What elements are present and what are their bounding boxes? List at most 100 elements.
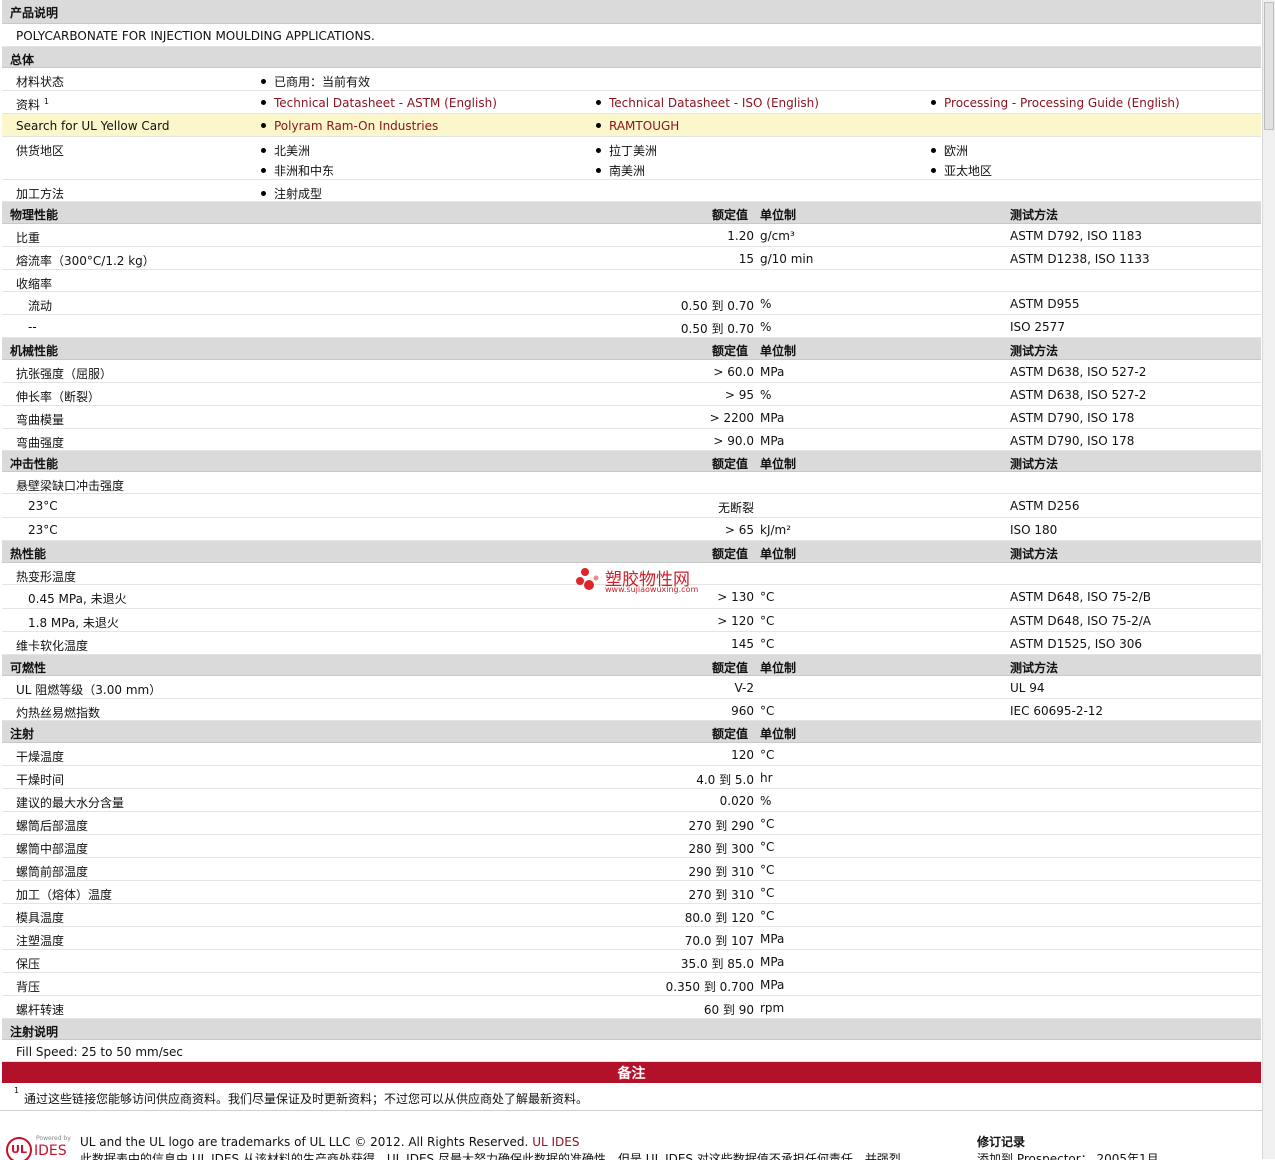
status-value: 已商用：当前有效 [261,73,370,90]
region-item: 非洲和中东 [261,162,334,179]
property-label: 悬壁梁缺口冲击强度 [16,479,125,493]
doc-link-astm[interactable]: Technical Datasheet - ASTM (English) [261,96,497,110]
property-label: 熔流率（300°C/1.2 kg） [16,254,155,268]
property-label: 干燥温度 [16,750,65,764]
col-header-nominal: 额定值 [712,727,749,741]
property-test-method: UL 94 [1010,681,1045,695]
product-desc-title: 产品说明 [10,6,59,20]
property-test-method: ASTM D648, ISO 75-2/B [1010,590,1152,604]
property-row: 背压 0.350 到 0.700 MPa [2,973,1261,996]
property-unit: MPa [760,411,785,425]
property-label: 螺筒中部温度 [16,842,89,856]
property-row: 维卡软化温度 145 °C ASTM D1525, ISO 306 [2,632,1261,655]
injection-notes-row: Fill Speed: 25 to 50 mm/sec [2,1040,1261,1062]
watermark-url: www.sujiaowuxing.com [605,585,699,594]
property-row: 灼热丝易燃指数 960 °C IEC 60695-2-12 [2,699,1261,721]
property-label: 23°C [28,523,58,537]
property-label: 模具温度 [16,911,65,925]
property-unit: % [760,794,772,808]
ul-yellow-card-row: Search for UL Yellow Card Polyram Ram-On… [2,114,1261,137]
property-unit: MPa [760,434,785,448]
powered-by: Powered by [36,1135,71,1142]
property-value: 290 到 310 [688,865,754,879]
property-test-method: ASTM D790, ISO 178 [1010,411,1135,425]
property-unit: % [760,388,772,402]
property-value: V-2 [734,681,754,695]
method-value: 注射成型 [261,185,322,202]
property-value: 0.020 [719,794,754,808]
property-row: 悬壁梁缺口冲击强度 [2,472,1261,494]
property-value: 35.0 到 85.0 [680,957,754,971]
property-unit: hr [760,771,773,785]
vertical-scrollbar[interactable] [1262,0,1275,1159]
col-header-nominal: 额定值 [712,344,749,358]
property-unit: °C [760,637,775,651]
property-value: > 130 [717,590,754,604]
col-header-nominal: 额定值 [712,547,749,561]
bullet-icon [261,191,266,196]
property-label: 注塑温度 [16,934,65,948]
property-unit: °C [760,863,775,877]
notes-row: 1 通过这些链接您能够访问供应商资料。我们尽量保证及时更新资料；不过您可以从供应… [2,1083,1261,1111]
property-test-method: ASTM D792, ISO 1183 [1010,229,1143,243]
property-value: 960 [731,704,754,718]
property-value: 280 到 300 [688,842,754,856]
region-item: 拉丁美洲 [596,142,657,159]
property-label: 0.45 MPa, 未退火 [28,592,127,606]
property-label: 比重 [16,231,41,245]
property-unit: °C [760,817,775,831]
property-label: 螺杆转速 [16,1003,65,1017]
property-value: 15 [738,252,754,266]
ul-ides-link[interactable]: UL IDES [532,1135,579,1149]
property-test-method: ASTM D638, ISO 527-2 [1010,365,1147,379]
property-row: 螺筒前部温度 290 到 310 °C [2,858,1261,881]
section-header: 可燃性 额定值 单位制 测试方法 [2,655,1261,676]
property-value: > 90.0 [713,434,754,448]
section-title: 机械性能 [10,344,59,358]
col-header-test: 测试方法 [1010,661,1059,675]
property-test-method: ASTM D648, ISO 75-2/A [1010,614,1151,628]
property-value: > 120 [717,614,754,628]
bullet-icon [261,79,266,84]
property-row: 保压 35.0 到 85.0 MPa [2,950,1261,973]
method-label: 加工方法 [16,187,65,201]
property-row: 抗张强度（屈服） > 60.0 MPa ASTM D638, ISO 527-2 [2,360,1261,383]
ul-link-ramtough[interactable]: RAMTOUGH [596,119,679,133]
property-unit: kJ/m² [760,523,792,537]
doc-link-iso[interactable]: Technical Datasheet - ISO (English) [596,96,819,110]
property-test-method: IEC 60695-2-12 [1010,704,1104,718]
property-unit: g/cm³ [760,229,795,243]
col-header-unit: 单位制 [760,547,797,561]
property-unit: °C [760,840,775,854]
property-unit: °C [760,590,775,604]
section-title: 注射 [10,727,35,741]
property-value: > 65 [724,523,754,537]
property-unit: MPa [760,955,785,969]
property-value: > 2200 [709,411,754,425]
property-unit: °C [760,909,775,923]
doc-link-processing[interactable]: Processing - Processing Guide (English) [931,96,1180,110]
general-header: 总体 [2,47,1261,68]
property-value: 0.350 到 0.700 [665,980,754,994]
ul-link-polyram[interactable]: Polyram Ram-On Industries [261,119,438,133]
product-desc-row: POLYCARBONATE FOR INJECTION MOULDING APP… [2,24,1261,47]
property-label: 背压 [16,980,41,994]
region-item: 南美洲 [596,162,645,179]
property-value: 0.50 到 0.70 [680,299,754,313]
bullet-icon [596,123,601,128]
property-row: 比重 1.20 g/cm³ ASTM D792, ISO 1183 [2,224,1261,247]
section-header: 物理性能 额定值 单位制 测试方法 [2,202,1261,224]
ul-yellow-card-label: Search for UL Yellow Card [16,119,170,133]
ides-logo: IDES [34,1143,67,1159]
notes-text: 通过这些链接您能够访问供应商资料。我们尽量保证及时更新资料；不过您可以从供应商处… [24,1092,589,1106]
property-value: > 60.0 [713,365,754,379]
product-desc-text: POLYCARBONATE FOR INJECTION MOULDING APP… [16,29,375,43]
section-title: 物理性能 [10,208,59,222]
property-row: 23°C 无断裂 ASTM D256 [2,494,1261,518]
property-row: 建议的最大水分含量 0.020% [2,789,1261,812]
scrollbar-thumb[interactable] [1264,2,1274,130]
injection-notes-title: 注射说明 [10,1025,59,1039]
bullet-icon [261,168,266,173]
property-test-method: ASTM D955 [1010,297,1080,311]
property-row: 弯曲强度 > 90.0 MPa ASTM D790, ISO 178 [2,429,1261,451]
